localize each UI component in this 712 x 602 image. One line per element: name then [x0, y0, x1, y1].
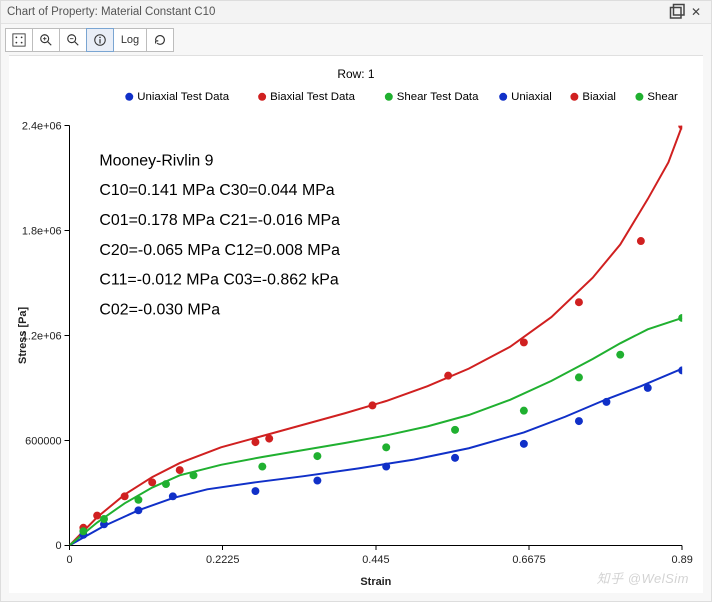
- zoom-out-icon: [66, 33, 80, 47]
- legend-marker: [258, 93, 266, 101]
- x-tick-label: 0.89: [672, 554, 693, 566]
- info-icon: [93, 33, 107, 47]
- legend-marker: [570, 93, 578, 101]
- close-button[interactable]: ✕: [687, 4, 705, 20]
- series-point: [575, 417, 583, 425]
- series-point: [520, 440, 528, 448]
- series-point: [644, 384, 652, 392]
- series-line: [70, 369, 683, 546]
- series-point: [520, 338, 528, 346]
- legend-label: Uniaxial Test Data: [137, 91, 229, 103]
- series-point: [575, 298, 583, 306]
- legend-label: Shear Test Data: [397, 91, 479, 103]
- x-tick-label: 0.2225: [206, 554, 239, 566]
- log-label: Log: [121, 34, 139, 46]
- series-point: [79, 527, 87, 535]
- x-axis-label: Strain: [360, 576, 391, 588]
- annotation-line: C01=0.178 MPa C21=-0.016 MPa: [99, 212, 340, 229]
- series-point: [134, 496, 142, 504]
- zoom-in-button[interactable]: [32, 28, 60, 52]
- y-axis-label: Stress [Pa]: [17, 307, 29, 364]
- reload-button[interactable]: [146, 28, 174, 52]
- reload-icon: [153, 33, 167, 47]
- annotation-line: C10=0.141 MPa C30=0.044 MPa: [99, 182, 334, 199]
- annotation-line: C11=-0.012 MPa C03=-0.862 kPa: [99, 272, 338, 289]
- series-point: [251, 438, 259, 446]
- undock-button[interactable]: [669, 4, 687, 20]
- series-point: [637, 237, 645, 245]
- series-point: [93, 512, 101, 520]
- series-point: [169, 492, 177, 500]
- legend-marker: [635, 93, 643, 101]
- legend-marker: [125, 93, 133, 101]
- annotation-line: C20=-0.065 MPa C12=0.008 MPa: [99, 242, 340, 259]
- annotation-title: Mooney-Rivlin 9: [99, 152, 213, 169]
- y-tick-label: 2.4e+06: [22, 121, 62, 133]
- series-line: [70, 318, 683, 545]
- x-tick-label: 0.6675: [512, 554, 545, 566]
- legend-label: Uniaxial: [511, 91, 552, 103]
- legend-label: Biaxial Test Data: [270, 91, 356, 103]
- series-point: [162, 480, 170, 488]
- zoom-fit-icon: [12, 33, 26, 47]
- series-point: [382, 463, 390, 471]
- series-point: [451, 454, 459, 462]
- series-point: [258, 463, 266, 471]
- series-point: [100, 515, 108, 523]
- series-point: [251, 487, 259, 495]
- zoom-fit-button[interactable]: [5, 28, 33, 52]
- chart-svg: Row: 1 Uniaxial Test Data Biaxial Test Dat…: [9, 56, 703, 593]
- series-point: [190, 471, 198, 479]
- legend-marker: [385, 93, 393, 101]
- series-point: [451, 426, 459, 434]
- series-point: [678, 366, 686, 374]
- chart-window: Chart of Property: Material Constant C10…: [0, 0, 712, 602]
- x-tick-label: 0: [67, 554, 73, 566]
- chart-row-title: Row: 1: [337, 67, 374, 81]
- window-title: Chart of Property: Material Constant C10: [7, 6, 215, 18]
- y-tick-label: 0: [56, 540, 62, 552]
- annotation-block: Mooney-Rivlin 9 C10=0.141 MPa C30=0.044 M…: [99, 152, 340, 318]
- series-point: [520, 407, 528, 415]
- zoom-in-icon: [39, 33, 53, 47]
- series-point: [444, 372, 452, 380]
- legend-label: Shear: [647, 91, 678, 103]
- series-point: [176, 466, 184, 474]
- series-point: [678, 122, 686, 130]
- series-point: [313, 452, 321, 460]
- chart-area[interactable]: Row: 1 Uniaxial Test Data Biaxial Test Dat…: [9, 55, 703, 593]
- x-tick-label: 0.445: [362, 554, 389, 566]
- series-point: [134, 506, 142, 514]
- series-point: [265, 435, 273, 443]
- y-tick-label: 1.8e+06: [22, 226, 62, 238]
- legend-label: Biaxial: [582, 91, 616, 103]
- series-point: [148, 478, 156, 486]
- series-point: [313, 477, 321, 485]
- series-point: [575, 373, 583, 381]
- series-point: [368, 401, 376, 409]
- info-button[interactable]: [86, 28, 114, 52]
- toolbar: Log: [1, 24, 711, 56]
- series-point: [616, 351, 624, 359]
- series-point: [382, 443, 390, 451]
- series-point: [121, 492, 129, 500]
- titlebar: Chart of Property: Material Constant C10…: [1, 1, 711, 24]
- legend-marker: [499, 93, 507, 101]
- log-button[interactable]: Log: [113, 28, 147, 52]
- y-tick-label: 600000: [25, 435, 61, 447]
- annotation-line: C02=-0.030 MPa: [99, 302, 220, 319]
- series-point: [602, 398, 610, 406]
- zoom-out-button[interactable]: [59, 28, 87, 52]
- series-point: [678, 314, 686, 322]
- legend: Uniaxial Test Data Biaxial Test Data Shear…: [125, 91, 678, 103]
